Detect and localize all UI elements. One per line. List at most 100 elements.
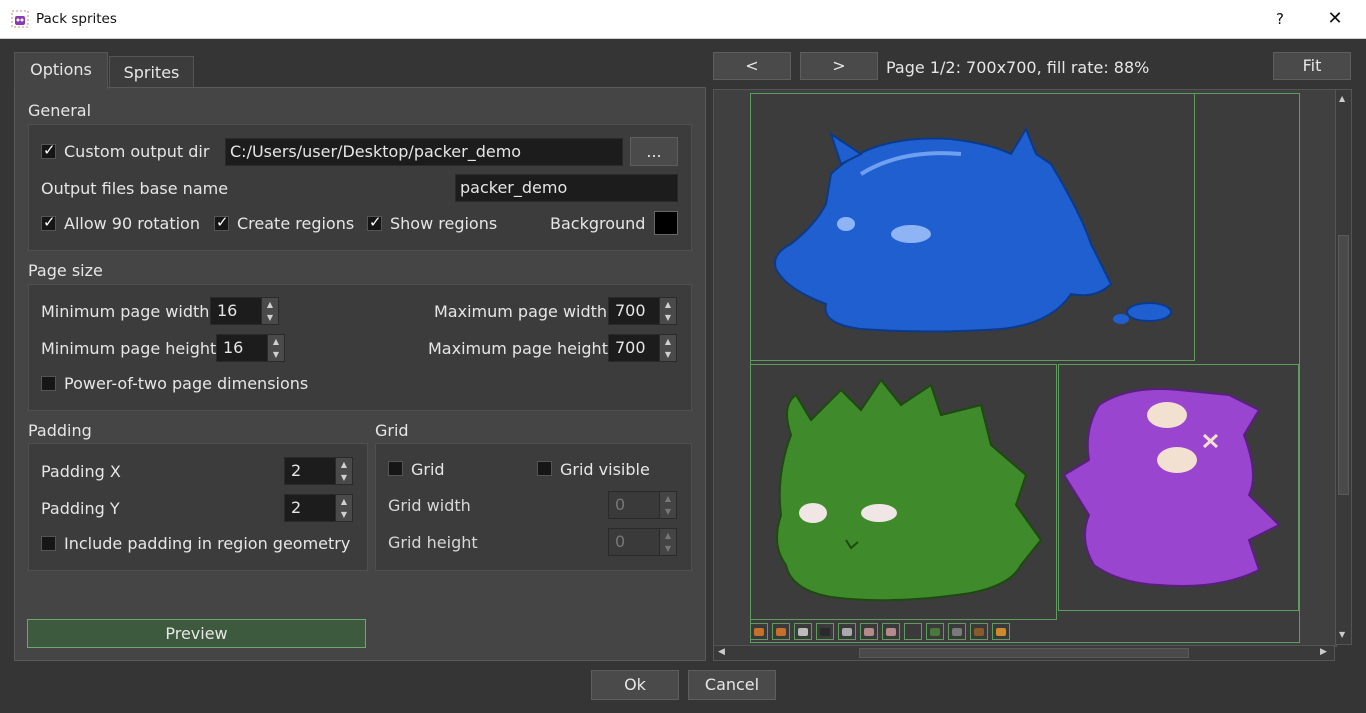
small-sprite-thumb[interactable]	[882, 623, 900, 640]
spin-up-icon[interactable]: ▲	[659, 298, 676, 311]
spin-down-icon[interactable]: ▼	[261, 311, 278, 324]
horizontal-scroll-thumb[interactable]	[859, 648, 1189, 658]
show-regions-label: Show regions	[390, 214, 498, 233]
sprite-thumb-icon	[798, 628, 808, 636]
spin-up-icon[interactable]: ▲	[267, 335, 284, 348]
horizontal-scrollbar[interactable]: ◀ ▶	[713, 645, 1335, 661]
max-page-height-label: Maximum page height	[428, 339, 608, 358]
min-page-width-label: Minimum page width	[41, 302, 210, 321]
cancel-button[interactable]: Cancel	[688, 670, 776, 700]
scroll-down-icon[interactable]: ▼	[1339, 630, 1345, 639]
spin-up-icon[interactable]: ▲	[659, 529, 676, 542]
small-sprite-thumb[interactable]	[926, 623, 944, 640]
scroll-left-icon[interactable]: ◀	[718, 647, 725, 657]
grid-visible-label: Grid visible	[560, 460, 650, 479]
create-regions-label: Create regions	[237, 214, 355, 233]
small-sprite-thumb[interactable]	[904, 623, 922, 640]
spin-down-icon[interactable]: ▼	[335, 508, 352, 521]
min-page-height-label: Minimum page height	[41, 339, 217, 358]
allow-rotation-checkbox[interactable]: ✓	[41, 213, 56, 231]
close-button[interactable]: ✕	[1320, 6, 1350, 32]
sprite-thumb-icon	[842, 628, 852, 636]
spin-down-icon[interactable]: ▼	[659, 542, 676, 555]
sprite-thumb-icon	[974, 628, 984, 636]
spin-down-icon[interactable]: ▼	[335, 471, 352, 484]
page-preview[interactable]	[713, 89, 1337, 647]
small-sprite-thumb[interactable]	[772, 623, 790, 640]
preview-button[interactable]: Preview	[27, 619, 366, 648]
small-sprite-thumb[interactable]	[750, 623, 768, 640]
output-base-name-label: Output files base name	[41, 179, 229, 198]
sprite-thumb-icon	[754, 628, 764, 636]
sprite-thumb-icon	[820, 628, 830, 636]
sprite-thumb-icon	[886, 628, 896, 636]
check-icon: ✓	[369, 213, 382, 231]
grid-label: Grid	[411, 460, 445, 479]
spin-down-icon[interactable]: ▼	[267, 348, 284, 361]
grid-height-spinbox[interactable]: 0 ▲ ▼	[608, 528, 677, 556]
browse-button[interactable]: ...	[630, 137, 678, 166]
spin-up-icon[interactable]: ▲	[659, 335, 676, 348]
small-sprite-thumb[interactable]	[860, 623, 878, 640]
spin-up-icon[interactable]: ▲	[261, 298, 278, 311]
small-sprite-thumb[interactable]	[838, 623, 856, 640]
small-sprite-thumb[interactable]	[992, 623, 1010, 640]
vertical-scrollbar[interactable]: ▲ ▼	[1335, 89, 1352, 645]
output-base-name-input[interactable]: packer_demo	[455, 174, 678, 202]
sprite-region-blue[interactable]	[750, 93, 1195, 361]
tab-options[interactable]: Options	[14, 52, 108, 89]
custom-output-dir-checkbox[interactable]: ✓	[41, 141, 56, 159]
background-color-swatch[interactable]	[654, 211, 678, 235]
small-sprite-thumb[interactable]	[948, 623, 966, 640]
scroll-up-icon[interactable]: ▲	[1339, 94, 1345, 103]
include-padding-checkbox[interactable]	[41, 536, 56, 551]
padding-y-label: Padding Y	[41, 499, 120, 518]
create-regions-checkbox[interactable]: ✓	[214, 213, 229, 231]
check-icon: ✓	[216, 213, 229, 231]
purple-ghost-sprite	[1062, 388, 1281, 587]
padding-x-spinbox[interactable]: 2 ▲ ▼	[284, 457, 353, 485]
spin-down-icon[interactable]: ▼	[659, 348, 676, 361]
help-button[interactable]: ?	[1268, 6, 1292, 32]
fit-button[interactable]: Fit	[1273, 52, 1351, 80]
background-label: Background	[550, 214, 646, 233]
small-sprite-thumb[interactable]	[816, 623, 834, 640]
spin-down-icon[interactable]: ▼	[659, 311, 676, 324]
sprite-thumb-icon	[952, 628, 962, 636]
padding-y-spinbox[interactable]: 2 ▲ ▼	[284, 494, 353, 522]
small-sprite-thumb[interactable]	[794, 623, 812, 640]
power-of-two-label: Power-of-two page dimensions	[64, 374, 309, 393]
max-page-height-spinbox[interactable]: 700 ▲ ▼	[608, 334, 677, 362]
spin-up-icon[interactable]: ▲	[659, 492, 676, 505]
sprite-region-green[interactable]	[750, 364, 1057, 620]
output-dir-input[interactable]: C:/Users/user/Desktop/packer_demo	[225, 138, 623, 166]
grid-height-label: Grid height	[388, 533, 478, 552]
max-page-height-value: 700	[615, 338, 646, 357]
padding-y-value: 2	[291, 498, 302, 517]
spin-down-icon[interactable]: ▼	[659, 505, 676, 518]
sprite-region-purple[interactable]	[1058, 364, 1299, 611]
small-sprite-thumb[interactable]	[970, 623, 988, 640]
scroll-right-icon[interactable]: ▶	[1320, 647, 1327, 657]
next-page-button[interactable]: >	[800, 52, 878, 80]
min-page-width-spinbox[interactable]: 16 ▲ ▼	[210, 297, 279, 325]
grid-width-spinbox[interactable]: 0 ▲ ▼	[608, 491, 677, 519]
ok-button[interactable]: Ok	[591, 670, 679, 700]
spin-up-icon[interactable]: ▲	[335, 458, 352, 471]
show-regions-checkbox[interactable]: ✓	[367, 213, 382, 231]
spin-up-icon[interactable]: ▲	[335, 495, 352, 508]
grid-checkbox[interactable]	[388, 461, 403, 476]
page-size-section-label: Page size	[28, 261, 103, 280]
min-page-width-value: 16	[217, 301, 238, 320]
max-page-width-value: 700	[615, 301, 646, 320]
min-page-height-value: 16	[223, 338, 244, 357]
grid-visible-checkbox[interactable]	[537, 461, 552, 476]
min-page-height-spinbox[interactable]: 16 ▲ ▼	[216, 334, 285, 362]
page-status-text: Page 1/2: 700x700, fill rate: 88%	[886, 58, 1150, 77]
power-of-two-checkbox[interactable]	[41, 376, 56, 391]
max-page-width-spinbox[interactable]: 700 ▲ ▼	[608, 297, 677, 325]
tab-sprites[interactable]: Sprites	[109, 56, 194, 89]
blue-slime-sprite	[774, 126, 1172, 333]
prev-page-button[interactable]: <	[713, 52, 791, 80]
vertical-scroll-thumb[interactable]	[1338, 235, 1349, 495]
